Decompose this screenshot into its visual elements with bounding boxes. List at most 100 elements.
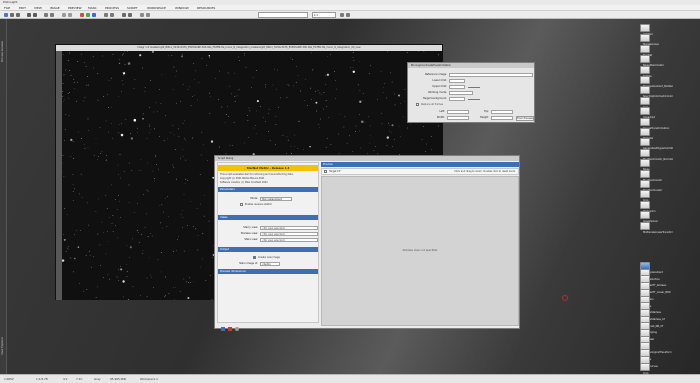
upper-limit-field[interactable] <box>449 85 465 89</box>
zoom-in-icon[interactable] <box>44 13 48 17</box>
open-icon[interactable] <box>10 13 14 17</box>
process-icon[interactable] <box>640 200 650 209</box>
status-gray: Gray <box>94 377 101 381</box>
process-icon[interactable] <box>640 86 650 95</box>
reference-image-label: Reference image: <box>424 73 447 76</box>
cancel-icon[interactable] <box>228 327 232 331</box>
pan-icon[interactable] <box>68 13 72 17</box>
fit-icon[interactable] <box>62 13 66 17</box>
stf-icon[interactable] <box>104 13 108 17</box>
top-field[interactable] <box>491 110 513 114</box>
height-label: Height: <box>479 116 489 119</box>
view-explorer-tab[interactable]: View Explorer <box>1 337 4 355</box>
process-icon[interactable] <box>640 96 650 105</box>
status-scale: 1:4 8.78 <box>36 377 48 381</box>
lower-limit-field[interactable] <box>449 79 465 83</box>
preview-placeholder: Starless view not specified <box>402 249 438 252</box>
replace-checkbox-label: Replace all frames <box>421 103 444 106</box>
search-icon[interactable] <box>340 13 344 17</box>
process-icon[interactable] <box>640 180 650 188</box>
process-icon[interactable] <box>640 221 650 230</box>
stars-view-select[interactable]: <No view selected> <box>260 238 318 242</box>
stars-image-id-label: Stars image id: <box>239 262 258 265</box>
green-channel-icon[interactable] <box>86 13 90 17</box>
new-icon[interactable] <box>4 13 8 17</box>
process-icon[interactable] <box>640 34 650 43</box>
reset-icon[interactable] <box>235 327 239 331</box>
zoom-out-icon[interactable] <box>50 13 54 17</box>
width-field[interactable] <box>447 116 469 120</box>
preview-header: Preview <box>321 162 519 167</box>
stars-image-id-field[interactable]: <Auto> <box>260 262 280 266</box>
status-coords: x:0052 <box>4 377 14 381</box>
process-icon[interactable] <box>640 107 650 116</box>
from-preview-button[interactable]: From Preview <box>516 116 534 121</box>
blue-channel-icon[interactable] <box>92 13 96 17</box>
new-instance-icon[interactable] <box>221 327 225 331</box>
process-icon[interactable] <box>640 65 650 74</box>
views-section[interactable]: Views <box>218 215 318 220</box>
redo-icon[interactable] <box>33 13 37 17</box>
status-mode: 7:1C <box>76 377 83 381</box>
zoom-combo[interactable]: 1:4 <box>312 12 336 18</box>
target-background-field[interactable] <box>449 97 465 101</box>
parameters-section[interactable]: Parameters <box>218 187 318 192</box>
preview-dimensions-section[interactable]: Preview dimensions <box>218 269 318 274</box>
reference-image-field[interactable] <box>449 73 533 77</box>
app-title: PixInsight <box>3 0 18 4</box>
status-workspace[interactable]: Workspace 1 <box>140 377 158 381</box>
process-icon[interactable] <box>640 190 650 199</box>
status-bits: 4:1 <box>63 377 68 381</box>
target-checkbox[interactable] <box>324 170 327 173</box>
process-icon[interactable] <box>640 138 650 147</box>
reverse-stretch-label: Enable reverse stretch <box>245 203 272 206</box>
process-icon[interactable] <box>640 211 650 220</box>
script-icon[interactable] <box>146 13 150 17</box>
mode-select[interactable]: Star replacement <box>260 197 292 201</box>
undo-icon[interactable] <box>27 13 31 17</box>
process-icon[interactable] <box>640 44 650 53</box>
script-dialog-title: Script Dialog <box>215 156 519 161</box>
replace-checkbox[interactable] <box>416 103 419 106</box>
readout-icon[interactable] <box>122 13 126 17</box>
height-field[interactable] <box>491 116 513 120</box>
binning-dialog[interactable]: BinningCoordinateTransformation Referenc… <box>407 62 535 123</box>
create-image-checkbox[interactable] <box>253 256 256 259</box>
target-background-slider[interactable] <box>468 99 480 100</box>
main-toolbar: 1:4 <box>0 11 700 19</box>
process-icon[interactable] <box>640 117 650 126</box>
process-console-tab[interactable]: Process Console <box>1 41 4 62</box>
process-icon[interactable] <box>640 76 650 84</box>
preview-hint: Click and drag to zoom. Double click to … <box>454 170 516 173</box>
preview-icon[interactable] <box>128 13 132 17</box>
starry-view-select[interactable]: <No view selected> <box>260 226 318 230</box>
script-description: This script evaluates star for removing … <box>220 173 294 176</box>
process-icon[interactable] <box>640 169 650 178</box>
upper-limit-slider[interactable] <box>468 87 480 88</box>
star-script-dialog[interactable]: Script Dialog StarNet Metric - Release 1… <box>214 155 520 331</box>
left-field[interactable] <box>447 110 469 114</box>
mode-label: Mode: <box>250 197 258 200</box>
working-mode-select[interactable] <box>449 91 473 95</box>
create-image-label: Create new image <box>258 256 280 259</box>
process-icon[interactable] <box>640 159 650 168</box>
process-icon[interactable] <box>640 148 650 157</box>
process-icon[interactable] <box>640 55 650 64</box>
process-explorer-field[interactable] <box>258 12 308 18</box>
output-section[interactable]: Output <box>218 247 318 252</box>
left-label: Left: <box>439 110 445 113</box>
settings-icon[interactable] <box>346 13 350 17</box>
red-channel-icon[interactable] <box>80 13 84 17</box>
working-mode-label: Working mode: <box>428 91 447 94</box>
preview-canvas[interactable]: Starless view not specified <box>321 176 519 326</box>
process-icon[interactable] <box>640 362 650 371</box>
process-icon[interactable] <box>640 24 650 32</box>
starless-view-select[interactable]: <No view selected> <box>260 232 318 236</box>
save-icon[interactable] <box>16 13 20 17</box>
reverse-stretch-checkbox[interactable] <box>240 203 243 206</box>
process-icon[interactable] <box>140 13 144 17</box>
script-copyright-1: Copyright (c) 2021 Nikita Misiura 2021 <box>220 177 265 180</box>
starry-view-label: Starry view: <box>243 226 258 229</box>
mask-icon[interactable] <box>110 13 114 17</box>
process-icon[interactable] <box>640 128 650 136</box>
